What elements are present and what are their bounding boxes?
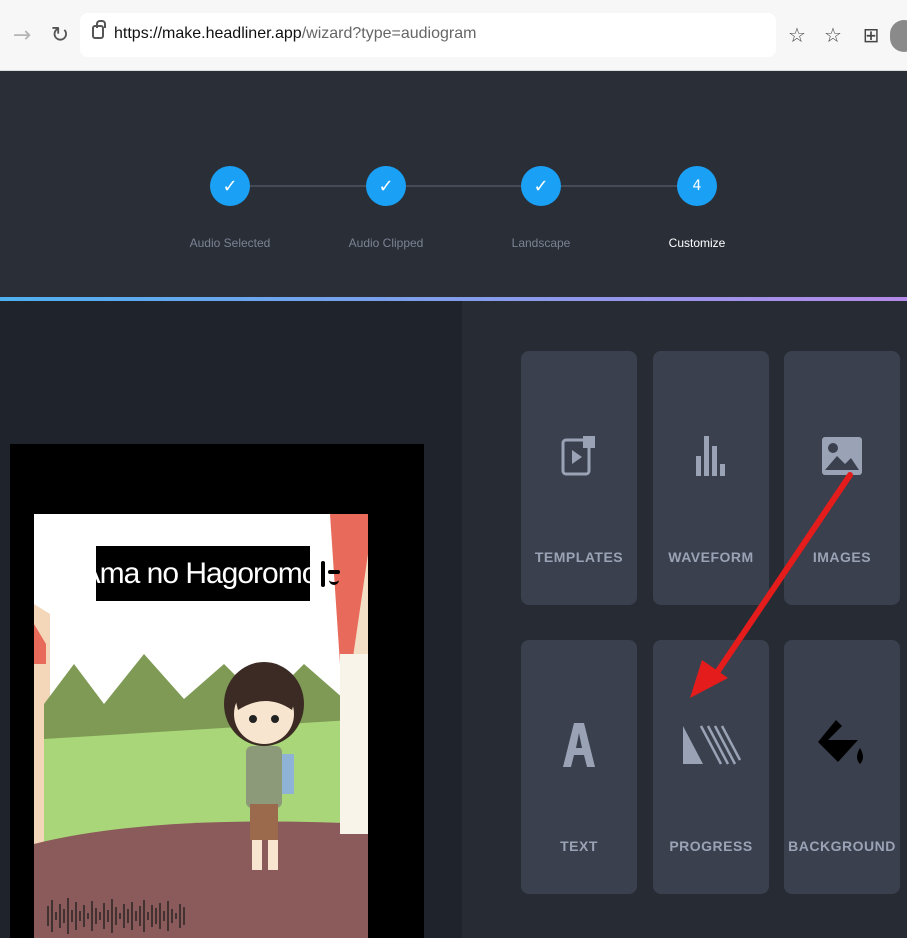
templates-tile[interactable]: TEMPLATES [521,351,637,605]
step-label: Audio Clipped [348,236,424,250]
step-check-icon: ✓ [366,166,406,206]
refresh-icon[interactable]: ↻ [44,18,76,52]
step-landscape[interactable]: ✓ Landscape [512,166,570,250]
browser-toolbar: → ↻ https://make.headliner.app/wizard?ty… [0,0,907,71]
templates-icon [521,421,637,491]
background-icon [784,710,900,780]
background-tile[interactable]: BACKGROUND [784,640,900,894]
step-connector [228,185,698,187]
images-label: IMAGES [812,549,872,565]
progress-icon [653,710,769,780]
text-label: TEXT [560,838,598,854]
bookmark-star-icon[interactable]: ☆ [782,20,812,50]
text-tile[interactable]: TEXT [521,640,637,894]
progress-label: PROGRESS [669,838,753,854]
favorites-icon[interactable]: ☆ [818,20,848,50]
step-label: Audio Selected [189,236,271,250]
waveform-tile[interactable]: WAVEFORM [653,351,769,605]
smiley-emoji-icon [321,560,341,587]
images-icon [784,421,900,491]
templates-label: TEMPLATES [534,549,624,565]
step-check-icon: ✓ [210,166,250,206]
step-audio-selected[interactable]: ✓ Audio Selected [190,166,270,250]
url-text[interactable]: https://make.headliner.app/wizard?type=a… [114,25,476,43]
waveform-label: WAVEFORM [668,549,754,565]
waveform-icon [653,421,769,491]
step-audio-clipped[interactable]: ✓ Audio Clipped [349,166,423,250]
address-bar[interactable]: https://make.headliner.app/wizard?type=a… [80,13,776,57]
collections-icon[interactable]: ⊞ [856,20,886,50]
wizard-header: ✓ Audio Selected ✓ Audio Clipped ✓ Lands… [0,71,907,297]
step-check-icon: ✓ [521,166,561,206]
lock-icon[interactable] [92,20,106,39]
step-number: 4 [677,166,717,206]
progress-tile[interactable]: PROGRESS [653,640,769,894]
step-label: Customize [668,236,726,250]
images-tile[interactable]: IMAGES [784,351,900,605]
preview-title-text[interactable]: Ama no Hagoromo [81,546,341,601]
background-label: BACKGROUND [788,838,896,854]
step-label: Landscape [511,236,571,250]
title-text: Ama no Hagoromo [80,556,319,590]
text-icon [521,710,637,780]
forward-icon[interactable]: → [6,18,38,52]
profile-avatar[interactable] [890,20,907,52]
step-customize[interactable]: 4 Customize [669,166,725,250]
